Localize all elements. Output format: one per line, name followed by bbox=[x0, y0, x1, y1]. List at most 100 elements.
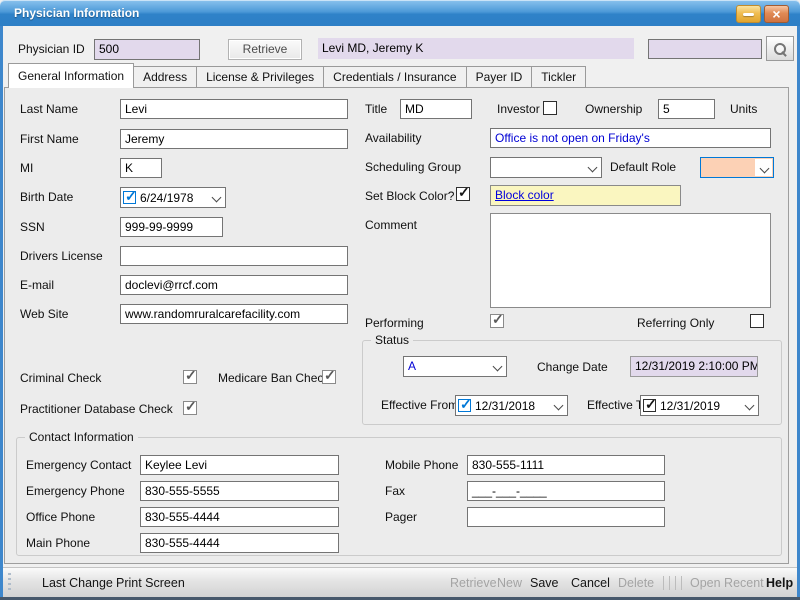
medicare-ban-check-label: Medicare Ban Check bbox=[218, 368, 329, 388]
contact-information-legend: Contact Information bbox=[25, 429, 138, 445]
last-change-button[interactable]: Last Change bbox=[42, 568, 113, 598]
title-input[interactable]: MD bbox=[400, 99, 472, 119]
drivers-license-label: Drivers License bbox=[20, 246, 103, 266]
ownership-input[interactable]: 5 bbox=[658, 99, 715, 119]
tab-address[interactable]: Address bbox=[133, 66, 197, 88]
email-input[interactable]: doclevi@rrcf.com bbox=[120, 275, 348, 295]
tab-credentials-insurance[interactable]: Credentials / Insurance bbox=[323, 66, 466, 88]
minimize-button[interactable] bbox=[736, 5, 761, 23]
emergency-phone-label: Emergency Phone bbox=[26, 481, 125, 501]
close-icon: × bbox=[772, 6, 780, 22]
retrieve-toolbar-button[interactable]: Retrieve bbox=[450, 568, 497, 598]
referring-only-checkbox[interactable] bbox=[750, 314, 764, 328]
effective-from-label: Effective From bbox=[381, 395, 458, 415]
pager-label: Pager bbox=[385, 507, 417, 527]
default-role-dropdown[interactable] bbox=[700, 157, 774, 178]
physician-id-input[interactable]: 500 bbox=[94, 39, 200, 60]
tab-tickler[interactable]: Tickler bbox=[531, 66, 586, 88]
search-button[interactable] bbox=[766, 36, 794, 61]
change-date-display: 12/31/2019 2:10:00 PM bbox=[630, 356, 758, 377]
save-button[interactable]: Save bbox=[530, 568, 559, 598]
default-role-dropdown-button[interactable] bbox=[755, 159, 772, 176]
block-color-link[interactable]: Block color bbox=[495, 188, 554, 202]
ownership-label: Ownership bbox=[585, 99, 642, 119]
criminal-check-label: Criminal Check bbox=[20, 368, 101, 388]
main-phone-input[interactable]: 830-555-4444 bbox=[140, 533, 339, 553]
set-block-color-checkbox[interactable] bbox=[456, 187, 470, 201]
mobile-phone-input[interactable]: 830-555-1111 bbox=[467, 455, 665, 475]
comment-label: Comment bbox=[365, 215, 417, 235]
print-screen-button[interactable]: Print Screen bbox=[116, 568, 185, 598]
drivers-license-input[interactable] bbox=[120, 246, 348, 266]
change-date-label: Change Date bbox=[537, 357, 608, 377]
quick-select-input[interactable] bbox=[648, 39, 762, 59]
help-button[interactable]: Help bbox=[766, 568, 793, 598]
office-phone-label: Office Phone bbox=[26, 507, 95, 527]
birth-date-picker[interactable]: 6/24/1978 bbox=[120, 187, 226, 208]
titlebar[interactable]: Physician Information × bbox=[0, 0, 800, 26]
effective-from-picker[interactable]: 12/31/2018 bbox=[455, 395, 568, 416]
minimize-icon bbox=[743, 13, 754, 16]
physician-information-window: Physician Information × Physician ID 500… bbox=[0, 0, 800, 600]
ssn-input[interactable]: 999-99-9999 bbox=[120, 217, 223, 237]
emergency-phone-input[interactable]: 830-555-5555 bbox=[140, 481, 339, 501]
scheduling-group-dropdown[interactable] bbox=[490, 157, 602, 178]
medicare-ban-check-checkbox[interactable] bbox=[322, 370, 336, 384]
referring-only-label: Referring Only bbox=[637, 313, 714, 333]
ssn-label: SSN bbox=[20, 217, 45, 237]
open-recent-button[interactable]: Open Recent bbox=[690, 568, 764, 598]
default-role-label: Default Role bbox=[610, 157, 676, 177]
units-label: Units bbox=[730, 99, 757, 119]
delete-button[interactable]: Delete bbox=[618, 568, 654, 598]
tab-payer-id[interactable]: Payer ID bbox=[466, 66, 533, 88]
investor-checkbox[interactable] bbox=[543, 101, 557, 115]
window-border-left bbox=[0, 26, 3, 597]
first-name-label: First Name bbox=[20, 129, 79, 149]
main-phone-label: Main Phone bbox=[26, 533, 90, 553]
chevron-down-icon[interactable] bbox=[212, 193, 222, 203]
practitioner-database-check-checkbox[interactable] bbox=[183, 401, 197, 415]
effective-to-picker[interactable]: 12/31/2019 bbox=[640, 395, 759, 416]
investor-label: Investor bbox=[497, 99, 540, 119]
status-dropdown[interactable]: A bbox=[403, 356, 507, 377]
emergency-contact-input[interactable]: Keylee Levi bbox=[140, 455, 339, 475]
birth-date-checkbox[interactable] bbox=[123, 191, 136, 204]
mi-input[interactable]: K bbox=[120, 158, 162, 178]
chevron-down-icon[interactable] bbox=[554, 401, 564, 411]
performing-label: Performing bbox=[365, 313, 424, 333]
set-block-color-label: Set Block Color? bbox=[365, 186, 454, 206]
physician-name-display: Levi MD, Jeremy K bbox=[318, 38, 634, 59]
retrieve-button[interactable]: Retrieve bbox=[228, 39, 302, 60]
fax-input[interactable]: ___-___-____ bbox=[467, 481, 665, 501]
fax-label: Fax bbox=[385, 481, 405, 501]
mi-label: MI bbox=[20, 158, 33, 178]
chevron-down-icon bbox=[588, 163, 598, 173]
last-name-input[interactable]: Levi bbox=[120, 99, 348, 119]
new-button[interactable]: New bbox=[497, 568, 522, 598]
toolbar-grip[interactable] bbox=[8, 573, 11, 593]
toolbar-separator bbox=[663, 576, 685, 590]
performing-checkbox[interactable] bbox=[490, 314, 504, 328]
first-name-input[interactable]: Jeremy bbox=[120, 129, 348, 149]
window-title: Physician Information bbox=[14, 0, 139, 26]
effective-from-checkbox[interactable] bbox=[458, 399, 471, 412]
search-icon bbox=[772, 41, 788, 57]
criminal-check-checkbox[interactable] bbox=[183, 370, 197, 384]
cancel-button[interactable]: Cancel bbox=[571, 568, 610, 598]
tab-general-information[interactable]: General Information bbox=[8, 63, 134, 88]
web-site-input[interactable]: www.randomruralcarefacility.com bbox=[120, 304, 348, 324]
status-group-legend: Status bbox=[371, 332, 413, 348]
title-label: Title bbox=[365, 99, 387, 119]
office-phone-input[interactable]: 830-555-4444 bbox=[140, 507, 339, 527]
emergency-contact-label: Emergency Contact bbox=[26, 455, 131, 475]
pager-input[interactable] bbox=[467, 507, 665, 527]
mobile-phone-label: Mobile Phone bbox=[385, 455, 458, 475]
close-button[interactable]: × bbox=[764, 5, 789, 23]
comment-textarea[interactable] bbox=[490, 213, 771, 308]
availability-input[interactable]: Office is not open on Friday's bbox=[490, 128, 771, 148]
chevron-down-icon[interactable] bbox=[745, 401, 755, 411]
tab-license-privileges[interactable]: License & Privileges bbox=[196, 66, 324, 88]
chevron-down-icon bbox=[493, 362, 503, 372]
effective-to-checkbox[interactable] bbox=[643, 399, 656, 412]
effective-from-value: 12/31/2018 bbox=[475, 399, 535, 413]
